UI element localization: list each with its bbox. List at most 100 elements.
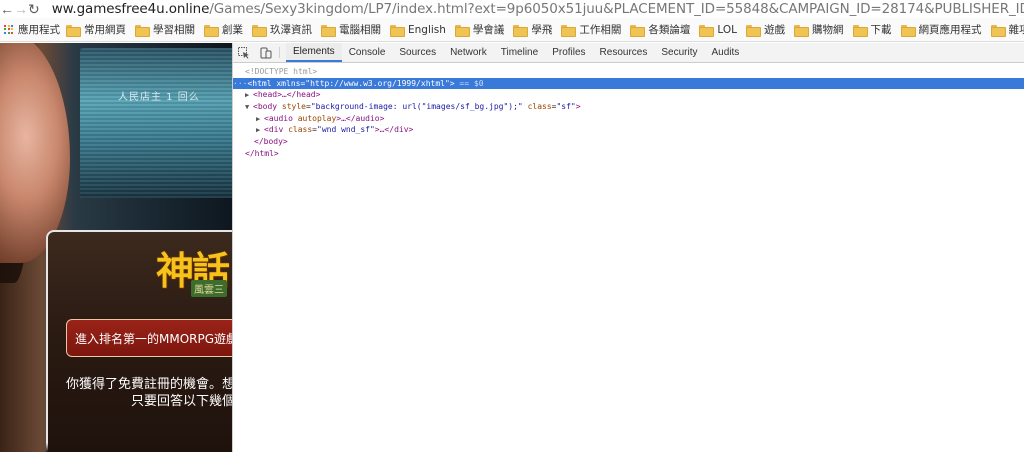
- devtools-panel: Elements Console Sources Network Timelin…: [232, 43, 1024, 452]
- dom-node-body[interactable]: ▼ <body style="background-image: url("ima…: [233, 101, 1024, 113]
- audio-close-tag: >…</audio>: [336, 113, 385, 123]
- folder-icon: [630, 24, 646, 37]
- panel-bottom-fade: [46, 443, 232, 452]
- dom-node-html-end[interactable]: </html>: [233, 148, 1024, 160]
- bookmark-label: 購物網: [812, 24, 844, 36]
- enter-game-button[interactable]: 進入排名第一的MMORPG遊戲: [66, 319, 246, 357]
- folder-icon: [454, 24, 470, 37]
- folder-icon: [252, 24, 267, 37]
- bookmark-folder[interactable]: 常用網頁: [66, 22, 126, 37]
- tab-network[interactable]: Network: [443, 43, 494, 62]
- dom-node-html-selected[interactable]: ···<html xmlns="http://www.w3.org/1999/x…: [233, 77, 1024, 90]
- bookmark-folder[interactable]: 電腦相關: [321, 22, 381, 37]
- tab-profiles[interactable]: Profiles: [545, 43, 592, 62]
- div-class-attr: class: [283, 125, 313, 135]
- dom-node-doctype[interactable]: <!DOCTYPE html>: [233, 66, 1024, 78]
- bookmark-label: English: [408, 23, 446, 36]
- bookmark-folder[interactable]: 各類論壇: [630, 22, 690, 37]
- tab-security[interactable]: Security: [654, 43, 704, 62]
- game-logo: 神話 風雲三: [156, 240, 232, 310]
- html-attr-name: xmlns: [271, 78, 301, 88]
- address-bar: ← → ↻ ww.gamesfree4u.online/Games/Sexy3k…: [0, 0, 1024, 18]
- dom-node-body-end[interactable]: </body>: [233, 136, 1024, 148]
- reload-icon[interactable]: ↻: [28, 0, 40, 18]
- folder-icon: [699, 24, 715, 37]
- folder-icon: [561, 24, 577, 37]
- bookmark-label: 學會議: [472, 24, 505, 36]
- forward-arrow-icon[interactable]: →: [14, 0, 28, 18]
- back-arrow-icon[interactable]: ←: [0, 0, 14, 18]
- selection-ellipsis-icon: ···: [233, 78, 248, 88]
- bookmark-label: 學飛: [531, 24, 553, 36]
- bookmark-folder[interactable]: 購物網: [794, 22, 844, 37]
- body-open-bracket: >: [575, 102, 581, 112]
- html-attr-value: "http://www.w3.org/1999/xhtml": [305, 78, 450, 88]
- bookmark-label: 下載: [870, 24, 892, 36]
- doctype-text: <!DOCTYPE html>: [245, 67, 318, 76]
- folder-icon: [204, 24, 219, 37]
- dom-node-audio[interactable]: ▶ <audio autoplay>…</audio>: [233, 113, 1024, 125]
- folder-icon: [990, 24, 1006, 37]
- bookmark-folder[interactable]: 雜項: [990, 22, 1024, 37]
- dom-node-head[interactable]: ▶ <head>…</head>: [233, 89, 1024, 101]
- bookmark-folder[interactable]: 下載: [852, 22, 892, 37]
- bookmark-label: 常用網頁: [84, 24, 126, 36]
- bookmark-label: 網頁應用程式: [918, 24, 982, 36]
- bookmark-folder[interactable]: 學習相關: [135, 22, 195, 37]
- bookmark-label: 電腦相關: [339, 24, 381, 36]
- tab-timeline[interactable]: Timeline: [494, 43, 545, 62]
- audio-open-tag: <audio: [264, 113, 293, 123]
- folder-icon: [852, 24, 868, 37]
- bookmark-folder[interactable]: 創業: [204, 22, 243, 37]
- bookmark-folder[interactable]: 學飛: [513, 22, 552, 37]
- bookmark-label: LOL: [717, 23, 738, 36]
- bookmark-folder[interactable]: English: [390, 23, 446, 37]
- head-tag: <head>…</head>: [253, 90, 321, 100]
- toolbar-divider: [279, 47, 280, 58]
- devtools-toolbar: Elements Console Sources Network Timelin…: [233, 43, 1024, 63]
- inspect-element-icon[interactable]: [233, 43, 255, 62]
- selected-node-marker: == $0: [454, 78, 484, 88]
- bookmark-label: 雜項: [1008, 24, 1024, 36]
- tab-console[interactable]: Console: [342, 43, 393, 62]
- div-class-value: "wnd wnd_sf": [317, 125, 375, 135]
- device-mode-icon[interactable]: [255, 43, 277, 62]
- url-host: ww.gamesfree4u.online: [51, 1, 210, 17]
- bookmark-label: 學習相關: [153, 24, 195, 36]
- folder-icon: [66, 24, 81, 37]
- tab-elements[interactable]: Elements: [286, 43, 342, 62]
- bookmarks-bar: 應用程式 常用網頁 學習相關 創業 玖澤資訊 電腦相關 English 學會議 …: [0, 18, 1024, 42]
- bookmark-folder[interactable]: LOL: [699, 23, 738, 37]
- body-class-attr: class: [522, 102, 552, 112]
- audio-autoplay-attr: autoplay: [292, 113, 337, 123]
- bookmark-label: 創業: [222, 24, 243, 36]
- folder-icon: [746, 24, 762, 37]
- bookmark-folder[interactable]: 網頁應用程式: [900, 22, 982, 37]
- bookmark-folder[interactable]: 玖澤資訊: [252, 22, 312, 37]
- body-style-attr: style: [277, 102, 306, 112]
- bookmark-label: 各類論壇: [648, 24, 691, 36]
- apps-shortcut[interactable]: 應用程式: [4, 22, 60, 37]
- folder-icon: [390, 24, 405, 37]
- body-class-value: "sf": [556, 102, 576, 112]
- dom-node-div[interactable]: ▶ <div class="wnd wnd_sf">…</div>: [233, 124, 1024, 136]
- folder-icon: [135, 24, 150, 37]
- html-end-tag: </html>: [245, 148, 279, 158]
- body-style-value: "background-image: url("images/sf_bg.jpg…: [310, 102, 523, 112]
- bookmark-folder[interactable]: 遊戲: [746, 22, 785, 37]
- bookmark-label: 工作相關: [579, 24, 622, 36]
- dom-tree: <!DOCTYPE html> ···<html xmlns="http://w…: [233, 63, 1024, 160]
- apps-label: 應用程式: [18, 24, 60, 36]
- tab-resources[interactable]: Resources: [593, 43, 655, 62]
- folder-icon: [900, 24, 916, 37]
- bookmark-folder[interactable]: 學會議: [454, 22, 505, 37]
- tab-sources[interactable]: Sources: [392, 43, 443, 62]
- folder-icon: [321, 24, 336, 37]
- body-open-tag: <body: [253, 102, 278, 112]
- tab-audits[interactable]: Audits: [704, 43, 746, 62]
- background-monitor-text: 人民店主 1 回么: [118, 92, 200, 103]
- background-scanlines: [80, 48, 232, 198]
- url-field[interactable]: ww.gamesfree4u.online/Games/Sexy3kingdom…: [52, 1, 1024, 17]
- bookmark-folder[interactable]: 工作相關: [561, 22, 621, 37]
- folder-icon: [794, 24, 810, 37]
